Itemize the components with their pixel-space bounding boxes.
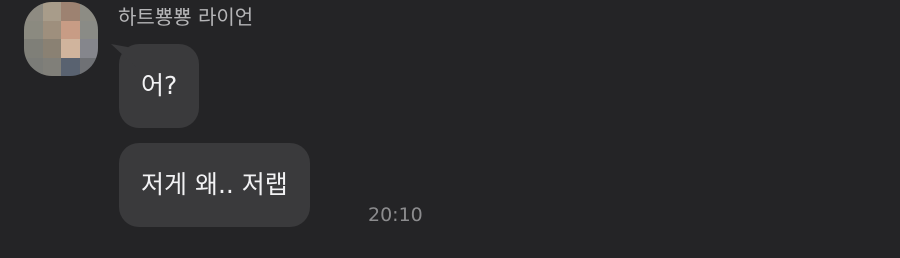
avatar-pixel	[61, 57, 80, 76]
avatar-pixel	[61, 39, 80, 58]
avatar-pixel	[24, 39, 43, 58]
avatar-pixel	[61, 20, 80, 39]
sender-name: 하트뿅뿅 라이언	[118, 5, 254, 29]
avatar-pixel	[24, 20, 43, 39]
avatar-pixel	[79, 2, 98, 21]
bubble-tail	[111, 44, 137, 68]
message-text: 어?	[141, 71, 178, 100]
message-text: 저게 왜.. 저랩	[141, 170, 288, 199]
avatar-pixel	[42, 20, 61, 39]
avatar-pixel	[42, 2, 61, 21]
avatar-pixel	[42, 57, 61, 76]
message-bubble[interactable]: 어?	[111, 44, 200, 128]
avatar-pixel	[79, 57, 98, 76]
avatar-pixel	[24, 57, 43, 76]
sender-avatar[interactable]	[24, 2, 98, 76]
avatar-pixel	[79, 39, 98, 58]
message-timestamp: 20:10	[368, 204, 423, 226]
avatar-pixel	[79, 20, 98, 39]
avatar-pixel	[42, 39, 61, 58]
avatar-pixel	[24, 2, 43, 21]
avatar-pixel	[61, 2, 80, 21]
message-bubble[interactable]: 저게 왜.. 저랩	[119, 143, 310, 227]
